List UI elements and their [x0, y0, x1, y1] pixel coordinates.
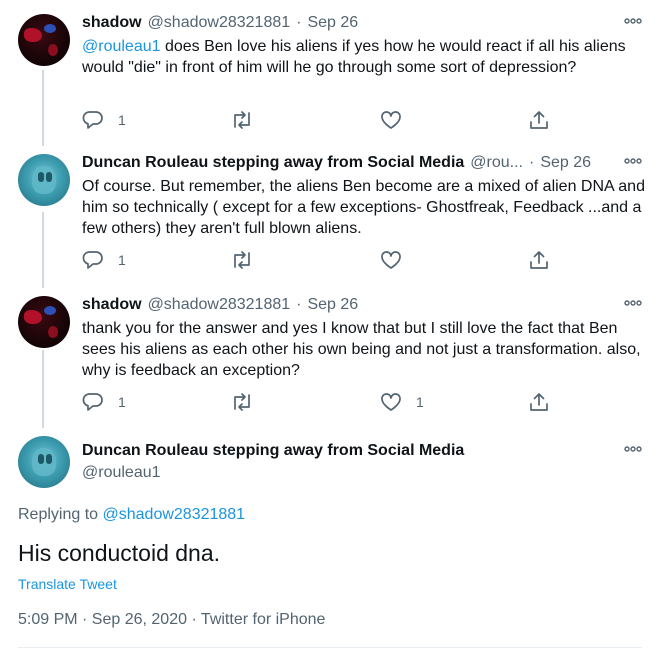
more-options-icon[interactable] [624, 14, 642, 28]
tweet-text: @rouleau1 does Ben love his aliens if ye… [82, 36, 646, 78]
reply-button[interactable]: 1 [82, 392, 126, 412]
retweet-icon [234, 111, 250, 129]
share-button[interactable] [528, 250, 550, 270]
retweet-icon [234, 251, 250, 269]
retweet-button[interactable] [230, 250, 254, 270]
tweet-date[interactable]: Sep 26 [307, 296, 358, 314]
author-name[interactable]: shadow [82, 14, 142, 32]
reply-button[interactable]: 1 [82, 250, 126, 270]
separator-dot: · [529, 154, 535, 171]
author-name[interactable]: Duncan Rouleau stepping away from Social… [82, 442, 464, 460]
tweet[interactable]: shadow @shadow28321881 · Sep 26 @rouleau… [0, 0, 660, 146]
reply-button[interactable]: 1 [82, 110, 126, 130]
author-handle[interactable]: @shadow28321881 [148, 14, 291, 32]
share-icon [530, 251, 548, 269]
like-button[interactable] [380, 250, 402, 270]
share-button[interactable] [528, 110, 550, 130]
separator-dot: · [296, 14, 302, 31]
more-options-icon[interactable] [624, 296, 642, 310]
mention-link[interactable]: @rouleau1 [82, 38, 161, 55]
share-icon [530, 393, 548, 411]
reply-icon [82, 111, 103, 129]
reply-count: 1 [118, 252, 126, 268]
divider [18, 647, 642, 648]
replying-prefix: Replying to [18, 506, 103, 523]
tweet-timestamp[interactable]: 5:09 PM · Sep 26, 2020 · Twitter for iPh… [18, 611, 325, 629]
reply-icon [82, 393, 103, 411]
avatar[interactable] [18, 154, 70, 206]
like-count: 1 [416, 394, 424, 410]
reply-count: 1 [118, 112, 126, 128]
avatar[interactable] [18, 296, 70, 348]
retweet-icon [234, 393, 250, 411]
avatar[interactable] [18, 436, 70, 488]
share-button[interactable] [528, 392, 550, 412]
tweet-date[interactable]: Sep 26 [307, 14, 358, 32]
separator-dot: · [296, 296, 302, 313]
more-options-icon[interactable] [624, 442, 642, 456]
tweet-text: His conductoid dna. [18, 540, 221, 566]
heart-icon [381, 251, 401, 269]
author-name[interactable]: shadow [82, 296, 142, 314]
more-options-icon[interactable] [624, 154, 642, 168]
tweet-actions: 1 [82, 110, 646, 132]
translate-tweet-link[interactable]: Translate Tweet [18, 576, 117, 592]
like-button[interactable] [380, 110, 402, 130]
tweet-text: thank you for the answer and yes I know … [82, 320, 641, 379]
tweet[interactable]: Duncan Rouleau stepping away from Social… [0, 146, 660, 288]
author-handle[interactable]: @rouleau1 [82, 464, 161, 482]
retweet-button[interactable] [230, 392, 254, 412]
share-icon [530, 111, 548, 129]
tweet-date[interactable]: Sep 26 [540, 154, 591, 172]
reply-count: 1 [118, 394, 126, 410]
like-button[interactable]: 1 [380, 392, 424, 412]
tweet-actions: 1 1 [82, 392, 646, 414]
tweet[interactable]: shadow @shadow28321881 · Sep 26 thank yo… [0, 288, 660, 428]
reply-icon [82, 251, 103, 269]
author-handle[interactable]: @shadow28321881 [148, 296, 291, 314]
tweet-actions: 1 [82, 250, 646, 272]
heart-icon [381, 393, 401, 411]
replying-to-link[interactable]: @shadow28321881 [103, 506, 246, 523]
author-handle[interactable]: @rou... [470, 154, 523, 172]
avatar[interactable] [18, 14, 70, 66]
tweet-text: Of course. But remember, the aliens Ben … [82, 178, 645, 237]
heart-icon [381, 111, 401, 129]
tweet-body: does Ben love his aliens if yes how he w… [82, 38, 626, 76]
author-name[interactable]: Duncan Rouleau stepping away from Social… [82, 154, 464, 172]
replying-to: Replying to @shadow28321881 [18, 506, 245, 524]
retweet-button[interactable] [230, 110, 254, 130]
focused-tweet: Duncan Rouleau stepping away from Social… [0, 428, 660, 649]
